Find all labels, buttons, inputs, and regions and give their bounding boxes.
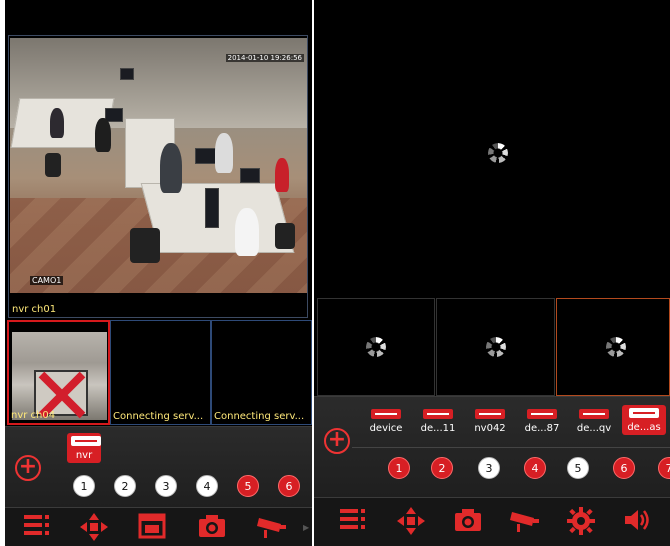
cctv-camera-icon[interactable] [508, 506, 542, 543]
nvr-device-icon [579, 409, 609, 419]
device-item-nvr[interactable]: nvr [67, 433, 101, 463]
channel-button-4[interactable]: 4 [196, 475, 218, 497]
channel-button-3[interactable]: 3 [155, 475, 177, 497]
loading-spinner-icon [488, 143, 508, 163]
scroll-right-icon[interactable]: ▶ [303, 523, 309, 532]
main-video-view[interactable] [317, 5, 670, 296]
channel-button-6[interactable]: 6 [278, 475, 300, 497]
nvr-device-icon [71, 436, 101, 446]
thumbnail-connecting-2[interactable]: Connecting serv... [211, 320, 312, 425]
nvr-device-icon [423, 409, 453, 419]
device-item-1[interactable]: device [364, 409, 408, 434]
device-label: nvr [75, 450, 93, 461]
loading-spinner-icon [486, 337, 506, 357]
channel-button-1[interactable]: 1 [73, 475, 95, 497]
device-item-3[interactable]: nv042 [468, 409, 512, 434]
nvr-device-icon [527, 409, 557, 419]
device-panel: + device de...11 nv042 de...87 de...qv d… [314, 396, 670, 497]
right-screen: + device de...11 nv042 de...87 de...qv d… [314, 0, 670, 546]
channel-button-2[interactable]: 2 [431, 457, 453, 479]
nvr-device-icon [629, 408, 659, 418]
loading-spinner-icon [366, 337, 386, 357]
thumbnail-ch04[interactable]: nvr ch04 [7, 320, 110, 425]
bottom-toolbar [314, 497, 670, 546]
ptz-arrows-icon[interactable] [394, 506, 428, 545]
record-icon[interactable] [135, 512, 169, 546]
channel-button-3[interactable]: 3 [478, 457, 500, 479]
main-video-view[interactable]: 2014-01-10 19:26:56 CAMO1 nvr ch01 [8, 35, 308, 318]
device-label: de...as [627, 422, 661, 433]
thumbnail-loading-2[interactable] [436, 298, 555, 396]
channel-button-1[interactable]: 1 [388, 457, 410, 479]
device-label: device [369, 423, 403, 434]
device-label: de...87 [524, 423, 560, 434]
thumbnail-label: Connecting serv... [214, 411, 305, 422]
channel-button-2[interactable]: 2 [114, 475, 136, 497]
app-root: 2014-01-10 19:26:56 CAMO1 nvr ch01 nvr c… [0, 0, 670, 546]
device-label: de...qv [576, 423, 612, 434]
device-label: de...11 [420, 423, 456, 434]
camera-icon[interactable] [451, 506, 485, 543]
thumbnail-loading-1[interactable] [317, 298, 435, 396]
menu-icon[interactable] [20, 512, 54, 546]
thumbnail-label: Connecting serv... [113, 411, 204, 422]
device-label: nv042 [474, 423, 506, 434]
bottom-toolbar: ▶ [5, 507, 312, 546]
device-item-5[interactable]: de...qv [572, 409, 616, 434]
channel-button-6[interactable]: 6 [613, 457, 635, 479]
channel-button-7[interactable]: 7 [658, 457, 670, 479]
thumbnail-connecting-1[interactable]: Connecting serv... [110, 320, 211, 425]
device-item-4[interactable]: de...87 [520, 409, 564, 434]
camera-icon[interactable] [195, 512, 229, 546]
volume-icon[interactable] [620, 506, 654, 543]
divider [352, 447, 670, 448]
channel-label: nvr ch01 [12, 304, 57, 315]
channel-button-5[interactable]: 5 [567, 457, 589, 479]
thumbnail-strip: nvr ch04 Connecting serv... Connecting s… [5, 320, 312, 426]
channel-button-4[interactable]: 4 [524, 457, 546, 479]
cctv-camera-icon[interactable] [255, 512, 289, 546]
settings-icon[interactable] [564, 506, 598, 545]
plus-circle-icon[interactable]: + [15, 455, 41, 481]
loading-spinner-icon [606, 337, 626, 357]
device-item-6[interactable]: de...as [622, 405, 666, 435]
thumbnail-feed [12, 332, 107, 420]
thumbnail-loading-3[interactable] [556, 298, 670, 396]
left-screen: 2014-01-10 19:26:56 CAMO1 nvr ch01 nvr c… [5, 0, 312, 546]
nvr-device-icon [475, 409, 505, 419]
camera-name-overlay: CAMO1 [30, 276, 64, 285]
camera-feed: 2014-01-10 19:26:56 CAMO1 [10, 38, 307, 293]
device-panel: + nvr 1 2 3 4 5 6 [5, 426, 312, 507]
nvr-device-icon [371, 409, 401, 419]
thumbnail-label: nvr ch04 [11, 410, 56, 421]
menu-icon[interactable] [336, 506, 370, 541]
channel-button-5[interactable]: 5 [237, 475, 259, 497]
ptz-arrows-icon[interactable] [77, 512, 111, 546]
plus-circle-icon[interactable]: + [324, 428, 350, 454]
video-timestamp: 2014-01-10 19:26:56 [225, 54, 304, 62]
device-item-2[interactable]: de...11 [416, 409, 460, 434]
